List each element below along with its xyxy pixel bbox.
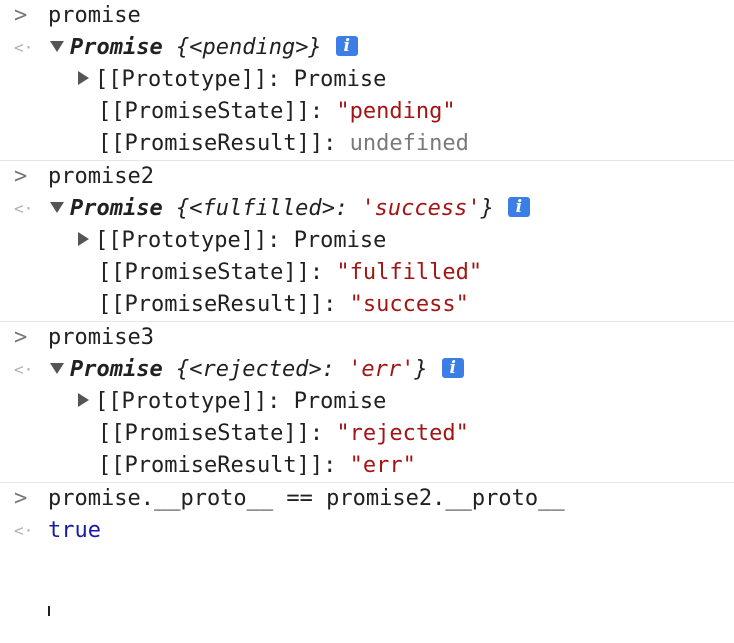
property-content: [[Prototype]]: Promise — [78, 225, 386, 257]
property-name: [[PromiseResult]]: — [98, 131, 350, 156]
property-row: [[PromiseState]]: "pending" — [0, 96, 734, 128]
property-row[interactable]: [[Prototype]]: Promise — [0, 64, 734, 96]
info-icon[interactable]: i — [441, 358, 464, 378]
summary-end: } — [480, 196, 494, 221]
property-value: "fulfilled" — [336, 260, 483, 285]
property-name: [[PromiseState]]: — [98, 99, 337, 124]
summary-open-brace: {< — [175, 35, 203, 60]
chevron-right-icon: > — [14, 3, 28, 28]
property-row: [[PromiseState]]: "fulfilled" — [0, 257, 734, 289]
expanded-triangle-icon[interactable] — [50, 40, 64, 52]
summary-state: pending — [202, 35, 296, 60]
property-content: [[Prototype]]: Promise — [78, 386, 386, 418]
input-line[interactable]: > promise2 — [0, 161, 734, 193]
property-name: [[PromiseResult]]: — [98, 453, 350, 478]
summary-space — [163, 196, 176, 221]
chevron-right-icon: > — [14, 164, 28, 189]
property-name: [[Prototype]]: — [95, 228, 294, 253]
input-line[interactable]: > promise3 — [0, 322, 734, 354]
devtools-console: > promise <· Promise {<pending>} i [[Prot… — [0, 0, 734, 616]
promise-summary[interactable]: Promise {<fulfilled>: 'success'} i — [48, 193, 530, 225]
summary-value: 'success' — [361, 196, 481, 221]
property-value: "success" — [349, 292, 469, 317]
property-content: [[PromiseResult]]: "err" — [98, 450, 416, 482]
collapsed-triangle-icon[interactable] — [78, 71, 89, 85]
property-name: [[Prototype]]: — [95, 67, 294, 92]
console-entry: > promise.__proto__ == promise2.__proto_… — [0, 483, 734, 547]
promise-summary[interactable]: Promise {<rejected>: 'err'} i — [48, 354, 464, 386]
property-content: [[PromiseState]]: "fulfilled" — [98, 257, 482, 289]
property-name: [[Prototype]]: — [95, 389, 294, 414]
input-expression: promise2 — [48, 164, 154, 189]
promise-type-label: Promise — [70, 357, 163, 382]
property-value: undefined — [349, 131, 469, 156]
summary-value: 'err' — [348, 357, 415, 382]
promise-type-label: Promise — [70, 35, 163, 60]
property-value: "err" — [349, 453, 416, 478]
property-content: [[PromiseState]]: "pending" — [98, 96, 456, 128]
input-expression: promise.__proto__ == promise2.__proto__ — [48, 486, 565, 511]
return-arrow-icon: <· — [14, 199, 34, 218]
property-row[interactable]: [[Prototype]]: Promise — [0, 225, 734, 257]
property-name: [[PromiseState]]: — [98, 421, 337, 446]
property-value: Promise — [293, 228, 387, 253]
output-summary-line[interactable]: <· Promise {<fulfilled>: 'success'} i — [0, 193, 734, 225]
expanded-triangle-icon[interactable] — [50, 201, 64, 213]
property-row: [[PromiseResult]]: "err" — [0, 450, 734, 482]
property-content: [[PromiseResult]]: undefined — [98, 128, 469, 160]
input-expression: promise — [48, 3, 141, 28]
property-row: [[PromiseResult]]: undefined — [0, 128, 734, 160]
chevron-right-icon: > — [14, 325, 28, 350]
property-value: Promise — [293, 67, 387, 92]
summary-close: >: — [308, 357, 349, 382]
output-summary-line[interactable]: <· Promise {<rejected>: 'err'} i — [0, 354, 734, 386]
console-entry: > promise3 <· Promise {<rejected>: 'err'… — [0, 322, 734, 482]
summary-state: rejected — [202, 357, 309, 382]
output-summary-line[interactable]: <· Promise {<pending>} i — [0, 32, 734, 64]
collapsed-triangle-icon[interactable] — [78, 232, 89, 246]
console-entry: > promise <· Promise {<pending>} i [[Prot… — [0, 0, 734, 160]
return-arrow-icon: <· — [14, 38, 34, 57]
summary-space — [163, 357, 176, 382]
promise-type-label: Promise — [70, 196, 163, 221]
input-expression: promise3 — [48, 325, 154, 350]
summary-close: >} — [295, 35, 322, 60]
promise-summary[interactable]: Promise {<pending>} i — [48, 32, 358, 64]
collapsed-triangle-icon[interactable] — [78, 393, 89, 407]
summary-state: fulfilled — [202, 196, 322, 221]
property-row[interactable]: [[Prototype]]: Promise — [0, 386, 734, 418]
property-content: [[PromiseState]]: "rejected" — [98, 418, 469, 450]
summary-end: } — [414, 357, 428, 382]
expanded-triangle-icon[interactable] — [50, 362, 64, 374]
summary-close: >: — [321, 196, 362, 221]
return-arrow-icon: <· — [14, 521, 34, 540]
console-entry: > promise2 <· Promise {<fulfilled>: 'suc… — [0, 161, 734, 321]
summary-open-brace: {< — [175, 196, 203, 221]
info-icon[interactable]: i — [507, 197, 530, 217]
summary-open-brace: {< — [175, 357, 203, 382]
property-value: "pending" — [336, 99, 456, 124]
text-cursor — [48, 606, 50, 616]
property-value: "rejected" — [336, 421, 469, 446]
property-row: [[PromiseState]]: "rejected" — [0, 418, 734, 450]
property-name: [[PromiseResult]]: — [98, 292, 350, 317]
input-line[interactable]: > promise.__proto__ == promise2.__proto_… — [0, 483, 734, 515]
property-content: [[PromiseResult]]: "success" — [98, 289, 469, 321]
info-icon[interactable]: i — [335, 36, 358, 56]
return-arrow-icon: <· — [14, 360, 34, 379]
output-value: true — [48, 518, 101, 543]
property-row: [[PromiseResult]]: "success" — [0, 289, 734, 321]
property-name: [[PromiseState]]: — [98, 260, 337, 285]
summary-open — [163, 35, 176, 60]
input-line[interactable]: > promise — [0, 0, 734, 32]
property-content: [[Prototype]]: Promise — [78, 64, 386, 96]
chevron-right-icon: > — [14, 486, 28, 511]
property-value: Promise — [293, 389, 387, 414]
output-line: <· true — [0, 515, 734, 547]
